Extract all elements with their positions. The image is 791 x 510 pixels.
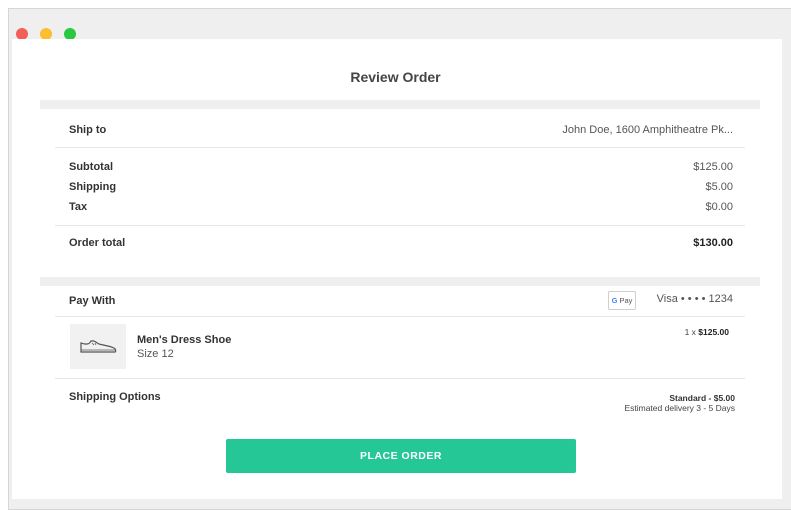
ship-to-label: Ship to [69,124,107,136]
shipping-estimate: Estimated delivery 3 - 5 Days [624,403,735,413]
shipping-label: Shipping [69,181,117,193]
divider [55,378,745,379]
order-total-value: $130.00 [693,237,733,249]
section-divider [40,100,760,109]
tax-label: Tax [69,201,88,213]
product-qty-price: 1 x $125.00 [685,327,729,337]
subtotal-label: Subtotal [69,161,113,173]
divider [55,316,745,317]
subtotal-value: $125.00 [693,161,733,173]
google-pay-badge: G Pay [608,291,636,310]
google-g-icon: G [611,296,618,305]
google-pay-text: Pay [619,296,633,305]
section-divider [40,277,760,286]
tax-value: $0.00 [705,201,733,213]
shipping-options-label: Shipping Options [69,391,161,403]
product-thumbnail [70,324,126,369]
shipping-value: $5.00 [705,181,733,193]
product-name: Men's Dress Shoe [137,334,232,346]
order-total-label: Order total [69,237,126,249]
ship-to-address[interactable]: John Doe, 1600 Amphitheatre Pk... [562,124,733,136]
product-price: $125.00 [698,327,729,337]
pay-with-label: Pay With [69,295,116,307]
place-order-button[interactable]: PLACE ORDER [226,439,576,473]
product-qty: 1 x [684,327,699,337]
divider [55,147,745,148]
divider [55,225,745,226]
shipping-option-selected[interactable]: Standard - $5.00 [669,393,735,403]
page-title: Review Order [350,69,441,85]
shoe-icon [80,340,117,353]
product-size: Size 12 [137,348,174,360]
payment-card[interactable]: Visa • • • • 1234 [657,293,733,305]
